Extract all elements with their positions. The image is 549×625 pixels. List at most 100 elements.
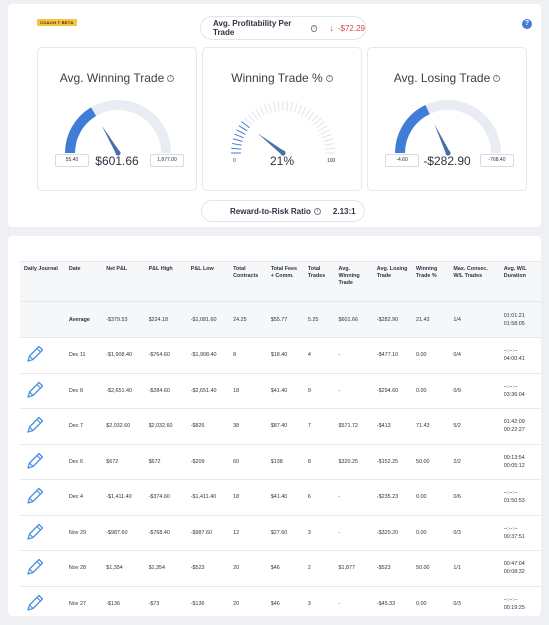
table-cell: Dec 6	[64, 443, 103, 480]
column-header[interactable]: Avg. Winning Trade	[334, 261, 373, 302]
column-header[interactable]: Winning Trade %	[412, 261, 450, 302]
table-row[interactable]: Dec 6 $672 $672 -$209 60 $138 8 $320.25 -$152.25…	[20, 443, 541, 480]
help-icon[interactable]: ?	[522, 19, 532, 29]
gauge-tick	[231, 147, 242, 150]
gauge-tick	[259, 106, 265, 116]
table-cell: 7	[303, 408, 335, 444]
table-row[interactable]: Dec 8 -$2,651.40 -$284.60 -$2,651.40 18 $41.4…	[20, 372, 541, 409]
table-row[interactable]: Nov 28 $1,354 $1,354 -$523 20 $46 2 $1,877 -$523…	[20, 550, 541, 586]
gauge-tick	[297, 104, 303, 115]
column-header[interactable]: Daily Journal	[20, 261, 65, 302]
table-cell: Dec 11	[64, 337, 103, 373]
info-icon[interactable]: i	[325, 74, 333, 82]
gauge-fill	[395, 105, 430, 154]
profitability-value: -$72.29	[337, 23, 365, 33]
profitability-pill: Avg. Profitability Per Trade i ↓ -$72.29	[200, 16, 366, 40]
table-cell: -$294.60	[372, 372, 413, 409]
gauge-tick	[320, 129, 330, 135]
table-cell: -$374.60	[144, 479, 187, 515]
reward-risk-value: 2.13:1	[332, 206, 356, 216]
table-cell: $2,032.60	[102, 408, 145, 444]
pencil-icon[interactable]	[24, 485, 46, 507]
column-header[interactable]: P&L Low	[186, 261, 230, 302]
down-arrow-icon: ↓	[329, 23, 334, 33]
table-cell: 50.00	[412, 443, 450, 480]
table-cell: 18	[229, 479, 267, 515]
info-icon[interactable]: i	[167, 74, 175, 82]
table-cell: $138	[266, 443, 304, 480]
table-cell: -$987.60	[186, 514, 230, 551]
column-header[interactable]: Total Trades	[303, 261, 335, 302]
column-header[interactable]: P&L High	[144, 261, 187, 302]
table-cell: Nov 27	[64, 585, 103, 616]
table-cell: -$1,411.40	[186, 479, 230, 515]
table-row[interactable]: Dec 11 -$1,908.40 -$764.60 -$1,908.40 8 $18.4…	[20, 337, 541, 373]
column-header[interactable]: Total Fees + Comm.	[266, 261, 304, 302]
average-label: Average	[64, 301, 103, 338]
pencil-icon[interactable]	[24, 592, 46, 614]
table-cell: 18	[229, 372, 267, 409]
card-title: Avg. Winning Trade	[59, 71, 165, 85]
column-header[interactable]: Avg. W/L Duration	[499, 261, 541, 302]
gauge-tick	[294, 102, 298, 113]
table-cell: 3	[303, 585, 335, 616]
column-header[interactable]: Total Contracts	[229, 261, 267, 302]
gauge-max: -768.40	[480, 154, 514, 167]
winning-trade-percent-card: Winning Trade % i 0 21% 100	[202, 47, 362, 191]
table-row[interactable]: Nov 29 -$987.60 -$768.40 -$987.60 12 $27.60 3-…	[20, 514, 541, 551]
column-header[interactable]: Date	[64, 261, 103, 302]
table-cell: 38	[229, 408, 267, 444]
column-header[interactable]: Avg. Losing Trade	[372, 261, 413, 302]
gauge-max: 100	[327, 158, 336, 164]
table-cell: 0/6	[449, 479, 500, 515]
column-header[interactable]: Max. Consec. W/L Trades	[449, 261, 500, 302]
gauge-tick	[255, 108, 262, 118]
table-cell: 1/1	[449, 550, 500, 586]
table-cell: -	[334, 479, 373, 515]
table-cell: 6	[303, 479, 335, 515]
pencil-icon[interactable]	[24, 556, 46, 578]
card-title: Avg. Losing Trade	[393, 71, 491, 85]
gauge-tick	[238, 125, 248, 132]
table-cell: 2	[303, 550, 335, 586]
table-cell: --:--:-- 00:37:51	[499, 514, 541, 551]
pencil-icon[interactable]	[24, 379, 46, 401]
gauge-tick	[301, 106, 307, 116]
table-cell: 12	[229, 514, 267, 551]
column-header[interactable]: Net P&L	[102, 261, 145, 302]
gauge-tick	[318, 125, 328, 132]
pencil-icon[interactable]	[24, 414, 46, 436]
table-row[interactable]: Dec 4 -$1,411.40 -$374.60 -$1,411.40 18 $41.4…	[20, 479, 541, 515]
table-cell: -	[334, 372, 373, 409]
pencil-icon[interactable]	[24, 521, 46, 543]
pencil-icon[interactable]	[24, 343, 46, 365]
table-cell: -	[334, 337, 373, 373]
pencil-icon[interactable]	[24, 450, 46, 472]
gauge-tick	[234, 133, 245, 139]
table-cell: -$152.25	[372, 443, 413, 480]
table-cell: -$1,908.40	[102, 337, 145, 373]
table-row[interactable]: Dec 7 $2,032.60 $2,032.60 -$826 38 $87.40 7 $57…	[20, 408, 541, 444]
gauge-tick	[263, 104, 269, 115]
table-row[interactable]: Nov 27 -$136 -$73 -$136 20 $46 3- -$45.33 0.00 0/…	[20, 585, 541, 616]
table-cell: -$379.53	[102, 301, 145, 338]
table-cell: $41.40	[266, 479, 304, 515]
table-cell: 0.00	[412, 514, 450, 551]
table-cell: $41.40	[266, 372, 304, 409]
gauge-tick	[310, 114, 319, 123]
info-icon[interactable]: i	[310, 24, 318, 32]
info-icon[interactable]: i	[313, 207, 321, 215]
table-cell: 50.00	[412, 550, 450, 586]
table-cell: Dec 4	[64, 479, 103, 515]
info-icon[interactable]: i	[493, 74, 501, 82]
table-cell: $18.40	[266, 337, 304, 373]
table-cell: 8	[303, 443, 335, 480]
table-cell: 0.00	[412, 337, 450, 373]
reward-risk-label: Reward-to-Risk Ratio	[230, 206, 311, 216]
gauge-tick	[268, 102, 272, 113]
gauge-tick	[231, 142, 242, 146]
table-cell: $672	[144, 443, 187, 480]
gauge-needle	[257, 133, 285, 155]
gauge-tick	[241, 121, 250, 129]
table-cell: 24.25	[229, 301, 267, 338]
